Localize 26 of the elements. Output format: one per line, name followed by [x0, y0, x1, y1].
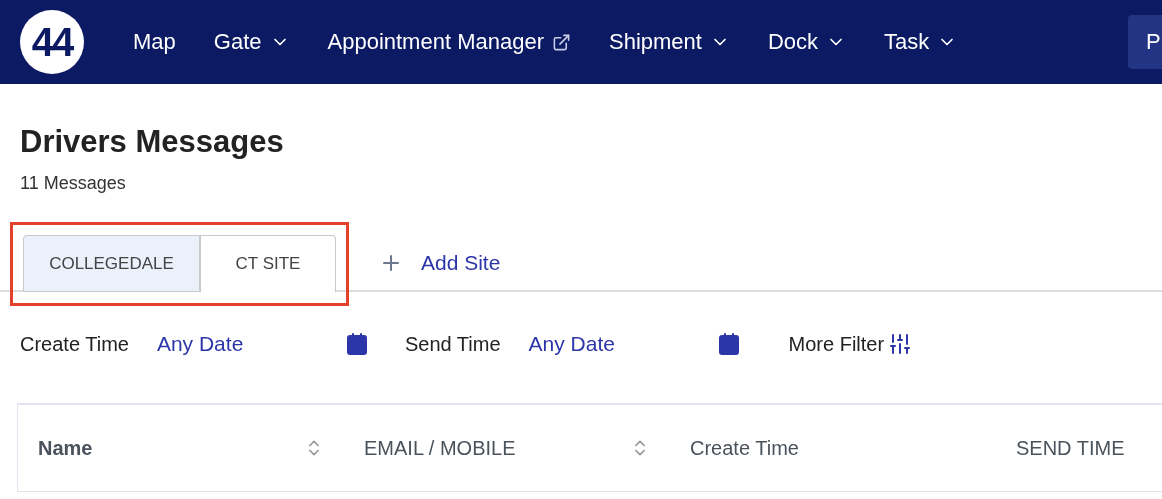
filter-label: Send Time — [404, 332, 501, 356]
date-picker[interactable]: Any Date — [528, 332, 717, 356]
column-header: Create Time — [690, 436, 800, 460]
site-tab[interactable]: COLLEGEDALE — [23, 235, 200, 292]
nav-link[interactable]: Appointment Manager — [327, 29, 571, 55]
nav-link[interactable]: Map — [133, 29, 176, 55]
calendar-icon[interactable] — [716, 332, 741, 356]
external-link-icon — [551, 32, 571, 52]
sliders-icon — [888, 332, 913, 356]
nav-link[interactable]: Gate — [213, 29, 290, 55]
nav-link[interactable]: Task — [884, 29, 958, 55]
nav-link[interactable]: Dock — [767, 29, 847, 55]
site-tab[interactable]: CT SITE — [200, 235, 336, 292]
logo[interactable]: 44 — [20, 10, 84, 74]
column-header: Name — [38, 436, 94, 460]
nav-link[interactable]: Shipment — [608, 29, 730, 55]
column-header: EMAIL / MOBILE — [364, 436, 517, 460]
date-picker[interactable]: Any Date — [156, 332, 345, 356]
calendar-icon[interactable] — [344, 332, 369, 356]
add-site-button[interactable]: Add Site — [373, 250, 507, 276]
more-filter-button[interactable]: More Filter — [776, 332, 913, 356]
filter-label: Create Time — [20, 332, 129, 356]
column-header: SEND TIME — [1016, 436, 1126, 460]
message-count: 11 Messages — [20, 173, 127, 194]
page-title: Drivers Messages — [20, 124, 285, 160]
nav-button[interactable]: P — [1128, 15, 1162, 69]
